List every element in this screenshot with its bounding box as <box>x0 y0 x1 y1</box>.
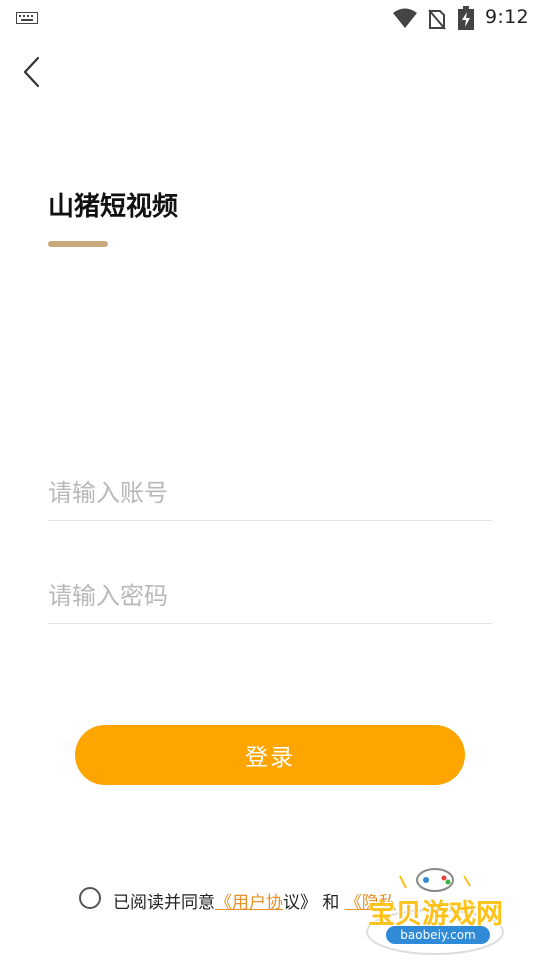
password-input[interactable] <box>48 568 492 624</box>
agreement-text: 已阅读并同意《用户协议》 和 《隐私 <box>113 888 396 913</box>
wifi-icon <box>393 8 417 28</box>
page-title: 山猪短视频 <box>48 192 179 222</box>
account-input[interactable] <box>48 465 492 521</box>
status-bar: 9:12 <box>0 0 540 38</box>
agreement-prefix: 已阅读并同意 <box>113 893 215 913</box>
user-agreement-link[interactable]: 《用户协 <box>215 893 283 913</box>
user-agreement-suffix: 议》 <box>283 893 317 913</box>
battery-charging-icon <box>458 6 474 30</box>
watermark-url: baobeiy.com <box>386 926 490 944</box>
agreement-conjunction: 和 <box>322 893 340 913</box>
no-sim-icon <box>428 9 446 30</box>
back-button[interactable] <box>14 50 54 94</box>
login-button[interactable]: 登录 <box>75 725 465 785</box>
chevron-left-icon <box>23 56 40 88</box>
title-accent-bar <box>48 241 108 247</box>
keyboard-icon <box>16 12 38 24</box>
status-time: 9:12 <box>485 6 529 28</box>
agreement-checkbox[interactable] <box>79 887 101 909</box>
